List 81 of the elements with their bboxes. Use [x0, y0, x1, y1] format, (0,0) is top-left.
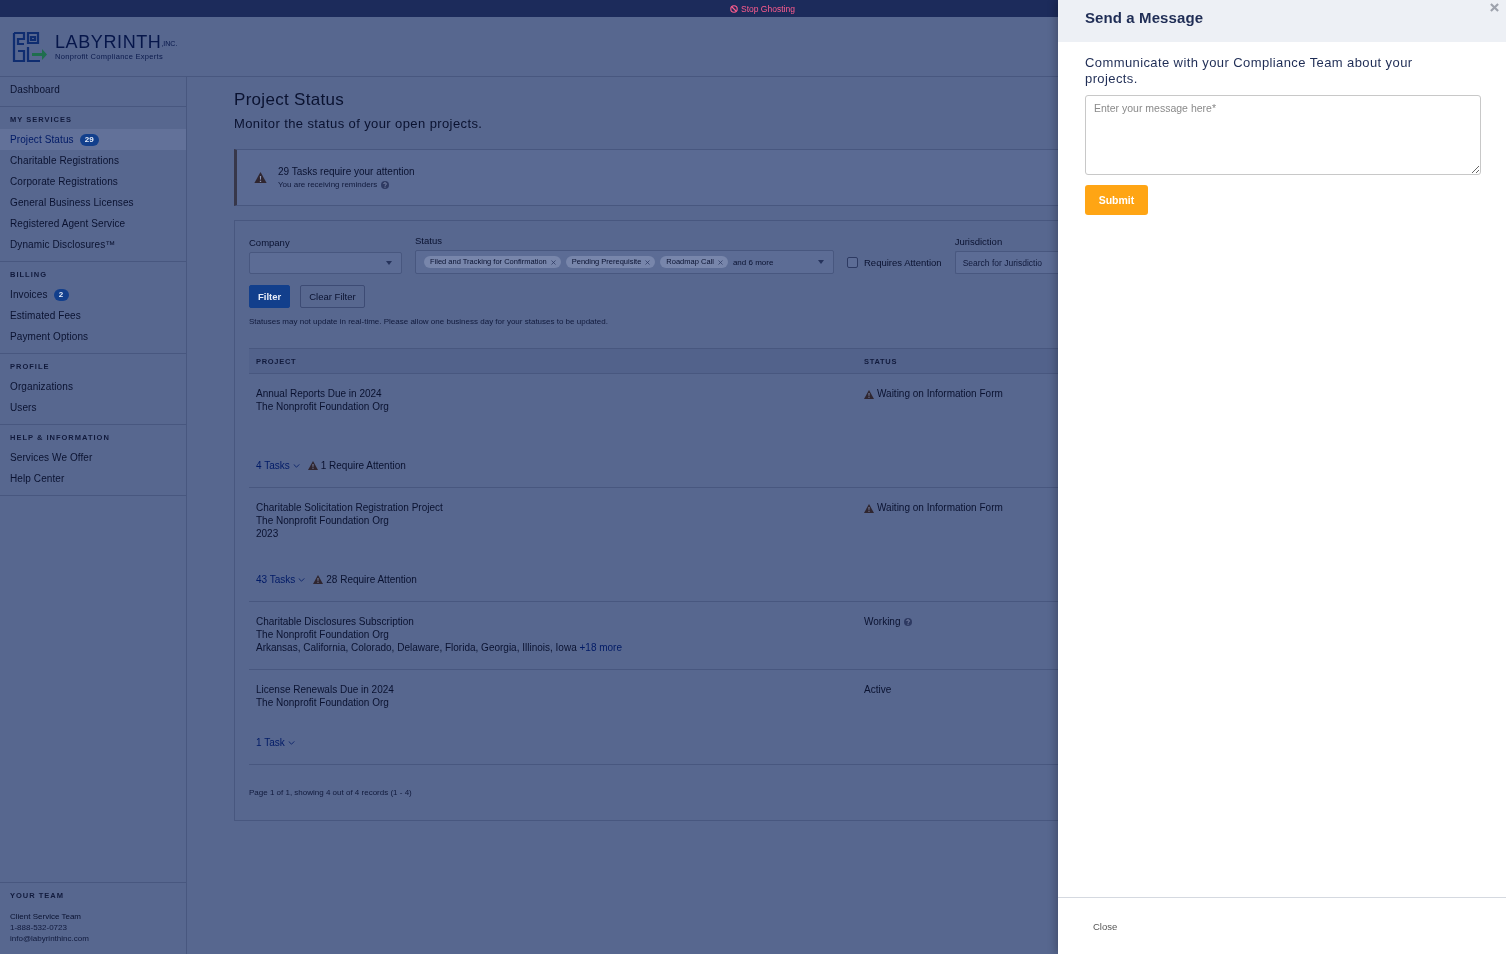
status-text: Waiting on Information Form: [877, 501, 1003, 514]
panel-description: Communicate with your Compliance Team about your projects.: [1085, 55, 1414, 87]
organization-name: The Nonprofit Foundation Org: [256, 696, 390, 709]
project-title: License Renewals Due in 2024: [256, 683, 395, 696]
close-link[interactable]: Close: [1093, 920, 1118, 932]
nav-item[interactable]: Payment Options: [0, 326, 186, 347]
project-title: Charitable Solicitation Registration Project: [256, 501, 444, 514]
nav-item[interactable]: Dashboard: [0, 79, 186, 100]
nav-item[interactable]: Invoices 2: [0, 284, 186, 305]
clear-filter-button[interactable]: Clear Filter: [300, 285, 365, 308]
warning-icon: [254, 171, 267, 184]
attention-count: 28 Require Attention: [326, 573, 417, 586]
nav-item[interactable]: General Business Licenses: [0, 192, 186, 213]
close-icon: [1490, 3, 1499, 12]
help-icon: [381, 180, 390, 189]
organization-name: The Nonprofit Foundation Org: [256, 628, 390, 641]
nav-item[interactable]: Charitable Registrations: [0, 150, 186, 171]
status-note: Statuses may not update in real-time. Please allow one business day for your statuses to be updated.: [249, 317, 609, 327]
project-title: Charitable Disclosures Subscription: [256, 615, 415, 628]
field-label: Status: [415, 235, 443, 246]
organization-name: The Nonprofit Foundation Org: [256, 514, 390, 527]
team-email: info@labyrinthinc.com: [10, 933, 90, 944]
chevron-down-icon: [287, 740, 295, 745]
project-details: Arkansas, California, Colorado, Delaware, Florida, Georgia, Illinois, Iowa +18 more: [256, 641, 623, 654]
team-phone: 1-888-532-0723: [10, 922, 68, 933]
chevron-down-icon: [292, 463, 300, 468]
remove-icon: [645, 259, 651, 265]
count-badge: 2: [53, 288, 69, 301]
field-label: Company: [249, 237, 291, 248]
more-count: and 6 more: [732, 257, 774, 267]
jurisdiction-search-field[interactable]: Search for Jurisdictio: [954, 251, 1058, 274]
nav-item[interactable]: Estimated Fees: [0, 305, 186, 326]
message-field[interactable]: Enter your message here*: [1085, 95, 1481, 175]
tasks-toggle[interactable]: 4 Tasks: [256, 459, 300, 472]
nav-item[interactable]: Services We Offer: [0, 447, 186, 468]
project-details: 2023: [256, 527, 280, 540]
company-select[interactable]: [249, 252, 402, 274]
warning-icon: [307, 461, 318, 470]
nav-item[interactable]: Users: [0, 397, 186, 418]
count-badge: 29: [79, 133, 99, 146]
warning-icon: [864, 504, 874, 513]
caret-icon: [818, 260, 824, 264]
more-link[interactable]: +18 more: [579, 642, 622, 653]
prohibited-icon: [730, 4, 738, 13]
tasks-toggle[interactable]: 1 Task: [256, 736, 295, 749]
field-label: Jurisdiction: [954, 236, 1004, 247]
tasks-toggle[interactable]: 43 Tasks: [256, 573, 306, 586]
status-text: Working: [864, 615, 901, 628]
logo-wordmark: LABYRINTH: [55, 32, 162, 51]
attention-count: 1 Require Attention: [320, 459, 406, 472]
warning-icon: [864, 390, 874, 399]
page-title: Project Status: [234, 89, 346, 111]
status-text: Active: [864, 683, 892, 696]
team-name: Client Service Team: [10, 911, 82, 922]
remove-icon: [550, 259, 556, 265]
checkbox-label: Requires Attention: [864, 256, 942, 268]
nav-item[interactable]: Registered Agent Service: [0, 213, 186, 234]
filter-button[interactable]: Filter: [249, 285, 291, 308]
nav-item[interactable]: Project Status 29: [0, 129, 186, 150]
nav-item[interactable]: Corporate Registrations: [0, 171, 186, 192]
submit-button[interactable]: Submit: [1085, 185, 1148, 215]
warning-icon: [313, 575, 324, 584]
caret-icon: [386, 261, 392, 265]
panel-title: Send a Message: [1085, 9, 1204, 27]
pagination-info: Page 1 of 1, showing 4 out of 4 records (1 - 4): [249, 788, 413, 798]
close-button[interactable]: [1490, 3, 1499, 12]
nav-item[interactable]: Help Center: [0, 468, 186, 489]
page-subtitle: Monitor the status of your open projects.: [234, 115, 484, 133]
project-title: Annual Reports Due in 2024: [256, 387, 383, 400]
logo-icon: [12, 30, 48, 63]
status-text: Waiting on Information Form: [877, 387, 1003, 400]
nav-item[interactable]: Dynamic Disclosures™: [0, 234, 186, 255]
alert-title: 29 Tasks require your attention: [278, 166, 415, 177]
help-icon: [903, 618, 912, 626]
nav-item[interactable]: Organizations: [0, 376, 186, 397]
organization-name: The Nonprofit Foundation Org: [256, 400, 390, 413]
alert-subtitle: You are receiving reminders: [278, 180, 378, 189]
checkbox[interactable]: [847, 256, 858, 268]
chevron-down-icon: [298, 577, 306, 582]
stop-ghosting-link[interactable]: Stop Ghosting: [730, 3, 795, 14]
remove-icon: [717, 259, 723, 265]
